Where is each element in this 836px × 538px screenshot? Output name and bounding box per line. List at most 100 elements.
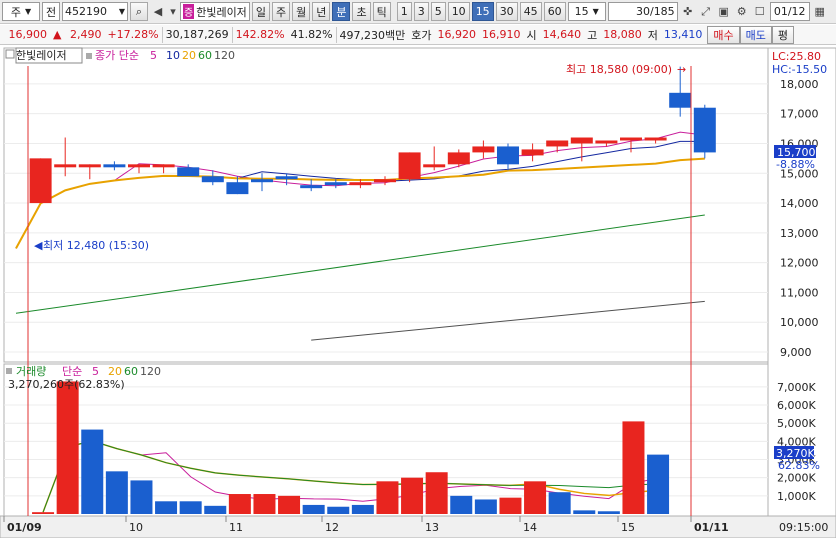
legend-marker <box>6 368 12 374</box>
collapse-icon[interactable] <box>5 49 15 59</box>
tab-interval-30[interactable]: 30 <box>495 2 518 21</box>
candle-body <box>595 140 618 144</box>
tab-period-4[interactable]: 분 <box>332 2 351 21</box>
search-button[interactable]: ⌕ <box>130 2 148 21</box>
candle-body <box>693 107 716 153</box>
credit-badge: 증 <box>183 4 195 19</box>
tab-period-3[interactable]: 년 <box>312 2 331 21</box>
ma-legend-item: 5 <box>150 49 157 62</box>
hc-label: HC:-15.50 <box>772 63 827 76</box>
x-tick-label: 12 <box>325 521 339 534</box>
stock-name[interactable]: 증 한빛레이저 <box>180 2 250 21</box>
market-select[interactable]: 주 ▼ <box>2 2 40 21</box>
volume-bar <box>228 494 251 514</box>
time-label: 09:15:00 <box>779 521 828 534</box>
price-tick-label: 12,000 <box>780 257 819 270</box>
interval-value: 15 <box>574 5 589 18</box>
chart-area[interactable]: 18,00017,00016,00015,00014,00013,00012,0… <box>0 46 836 538</box>
x-tick-label: 15 <box>621 521 635 534</box>
volume-label: 거래량 <box>16 365 46 378</box>
volume-bar <box>32 512 55 514</box>
price-tick-label: 10,000 <box>780 316 819 329</box>
volume-ratio: 142.82% <box>235 28 285 41</box>
candle-body <box>644 137 667 141</box>
open-price: 14,640 <box>542 28 582 41</box>
ma-legend-item: 120 <box>214 49 235 62</box>
chevron-down-icon: ▼ <box>592 7 599 16</box>
volume-tick-label: 6,000K <box>777 399 816 412</box>
stock-code-input[interactable]: 452190 ▼ <box>62 2 128 21</box>
balance-button[interactable]: 평 <box>771 25 795 44</box>
candle-body <box>251 179 273 183</box>
quote-bar: 16,900 ▲ 2,490 +17.28% 30,187,269 142.82… <box>0 25 836 45</box>
date-input[interactable]: 01/12 <box>769 2 810 21</box>
high-price: 18,080 <box>603 28 642 41</box>
legend-marker <box>86 53 92 59</box>
axis-labels: 18,00017,00016,00015,00014,00013,00012,0… <box>777 78 819 503</box>
tab-interval-45[interactable]: 45 <box>519 2 542 21</box>
tab-period-2[interactable]: 월 <box>292 2 311 21</box>
tab-interval-15[interactable]: 15 <box>471 2 494 21</box>
tab-interval-10[interactable]: 10 <box>447 2 470 21</box>
tab-interval-5[interactable]: 5 <box>430 2 446 21</box>
volume-ma-legend-item: 60 <box>124 365 138 378</box>
period-tabs: 일주월년분초틱 <box>251 2 391 21</box>
volume-bar <box>597 511 620 514</box>
interval-select[interactable]: 15 ▼ <box>567 2 606 21</box>
market-label: 전 <box>42 2 60 21</box>
tab-period-6[interactable]: 틱 <box>372 2 391 21</box>
tab-period-1[interactable]: 주 <box>271 2 291 21</box>
buy-button[interactable]: 매수 <box>707 25 740 44</box>
count-input[interactable]: 30/185 <box>607 2 678 21</box>
tab-period-0[interactable]: 일 <box>251 2 270 21</box>
volume-bar <box>425 472 448 514</box>
checkbox-icon[interactable]: ☐ <box>752 2 768 21</box>
candle-body <box>54 164 77 168</box>
price-change: 2,490 <box>69 28 102 41</box>
volume: 30,187,269 <box>165 28 229 41</box>
sell-button[interactable]: 매도 <box>739 25 772 44</box>
menu-icon[interactable]: ▾ <box>168 2 178 21</box>
x-tick-label: 14 <box>523 521 537 534</box>
volume-bar <box>499 497 522 514</box>
current-price: 16,900 <box>8 28 48 41</box>
tab-interval-3[interactable]: 3 <box>413 2 429 21</box>
current-volume-pct: 62.83% <box>778 459 820 472</box>
ma-legend-item: 60 <box>198 49 212 62</box>
candle-body <box>152 164 175 168</box>
draw-icon[interactable]: ⤢ <box>698 2 714 21</box>
gear-icon[interactable]: ⚙ <box>734 2 750 21</box>
volume-bar <box>524 481 547 514</box>
crosshair-icon[interactable]: ✜ <box>680 2 696 21</box>
sound-icon[interactable]: ◀ <box>150 2 166 21</box>
bid-price: 16,910 <box>482 28 521 41</box>
save-icon[interactable]: ▣ <box>716 2 732 21</box>
candle-body <box>29 158 52 204</box>
calendar-icon[interactable]: ▦ <box>812 2 828 21</box>
volume-bar <box>155 501 178 514</box>
trade-value: 497,230백만 <box>339 28 406 42</box>
candle-body <box>570 137 593 144</box>
open-label: 시 <box>526 28 537 42</box>
high-label: 고 <box>587 28 598 42</box>
candle-body <box>226 182 249 195</box>
tab-period-5[interactable]: 초 <box>352 2 371 21</box>
volume-tick-label: 5,000K <box>777 417 816 430</box>
tab-interval-1[interactable]: 1 <box>396 2 412 21</box>
volume-bar <box>622 421 645 514</box>
volume-bar <box>278 495 301 514</box>
volume-bar <box>81 429 104 514</box>
x-tick-label: 10 <box>129 521 143 534</box>
turnover-ratio: 41.82% <box>290 28 333 41</box>
current-price-pct: -8.88% <box>776 158 815 171</box>
tab-interval-60[interactable]: 60 <box>543 2 566 21</box>
volume-bar <box>573 510 596 514</box>
search-icon: ⌕ <box>135 4 143 18</box>
volume-bar <box>204 505 227 514</box>
chevron-down-icon: ▼ <box>24 7 32 16</box>
volume-tick-label: 1,000K <box>777 490 816 503</box>
price-tick-label: 9,000 <box>780 346 812 359</box>
volume-bar <box>327 506 350 514</box>
volume-ma-legend-item: 120 <box>140 365 161 378</box>
ma-label: 종가 단순 <box>95 49 139 62</box>
